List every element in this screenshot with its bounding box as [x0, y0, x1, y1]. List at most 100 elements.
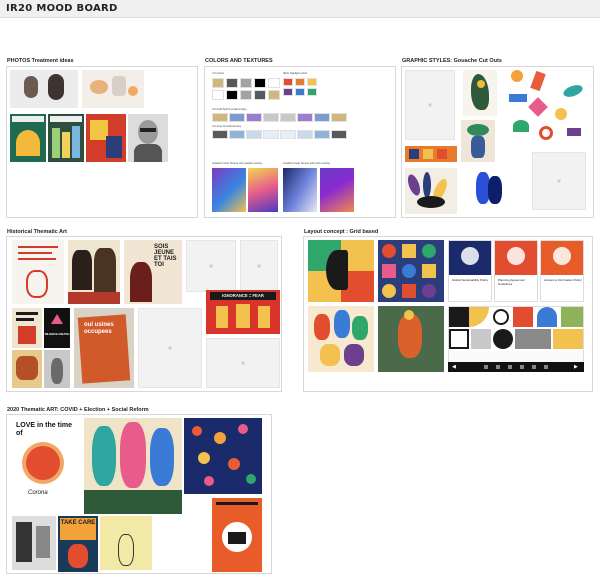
graphic-placeholder-1[interactable] — [405, 70, 455, 140]
color-swatch — [314, 113, 330, 122]
layout-toolbar[interactable]: ◀ ▶ — [448, 362, 584, 372]
policy-card-emblem — [553, 247, 571, 265]
texture-caption-1: Gradient linear Texture with graphic ove… — [212, 162, 262, 165]
color-swatch — [307, 88, 317, 96]
cutout-figure[interactable] — [463, 70, 497, 116]
layout-label: Layout concept : Grid based — [304, 229, 379, 235]
photo-magazine-1[interactable] — [10, 114, 46, 162]
cutout-shapes[interactable] — [503, 68, 589, 146]
texture-gradient-4[interactable] — [320, 168, 354, 212]
color-swatch — [240, 78, 252, 88]
poster-fight-aids[interactable] — [12, 308, 42, 348]
color-swatch — [283, 88, 293, 96]
policy-card-title: Global Sustainability Policy — [452, 278, 489, 282]
color-swatch — [229, 130, 245, 139]
prev-arrow-icon[interactable]: ◀ — [452, 364, 456, 370]
policy-card-art — [495, 241, 537, 275]
poster-orange-typewriter[interactable] — [212, 498, 262, 572]
historical-label: Historical Thematic Art — [7, 229, 68, 235]
toolbar-icon-2[interactable] — [496, 365, 500, 369]
poster-illustrated-crowd[interactable] — [12, 350, 42, 388]
poster-love-corona[interactable]: LOVE in the time of Corona — [12, 418, 80, 510]
photo-magazine-3[interactable] — [86, 114, 126, 162]
policy-card[interactable]: Planning Agreement Guidelines — [494, 240, 538, 302]
color-swatch — [212, 113, 228, 122]
cutout-banner[interactable] — [405, 146, 457, 162]
color-swatch — [314, 130, 330, 139]
gray-comp-label: CU Gray Complementary — [212, 125, 242, 128]
thematic2020-label: 2020 Thematic ART: COVID + Election + So… — [7, 407, 149, 413]
cutout-vase[interactable] — [461, 120, 495, 162]
color-swatch — [254, 90, 266, 100]
policy-card[interactable]: Access to Information Policy — [540, 240, 584, 302]
poster-revolution[interactable] — [68, 240, 120, 304]
poster-take-care[interactable]: TAKE CARE — [58, 516, 98, 572]
color-swatch — [331, 130, 347, 139]
color-swatch — [297, 113, 313, 122]
layout-tile-hiker[interactable] — [378, 306, 444, 372]
policy-card-emblem — [461, 247, 479, 265]
toolbar-icon-4[interactable] — [520, 365, 524, 369]
policy-card-art — [541, 241, 583, 275]
board-title: IR20 MOOD BOARD — [6, 3, 118, 14]
color-swatch — [283, 78, 293, 86]
color-swatch — [263, 130, 279, 139]
policy-card-title: Planning Agreement Guidelines — [498, 278, 526, 286]
historical-placeholder-1[interactable] — [186, 240, 236, 292]
layout-tile-figures[interactable] — [308, 306, 374, 372]
corona-text: Corona — [28, 490, 48, 496]
color-swatch — [280, 130, 296, 139]
color-swatch — [297, 130, 313, 139]
color-swatch — [246, 113, 262, 122]
color-swatch — [226, 90, 238, 100]
photo-magazine-2[interactable] — [48, 114, 84, 162]
photos-label: PHOTOS Treatment ideas — [7, 58, 74, 64]
historical-placeholder-4[interactable] — [138, 308, 202, 388]
photo-bald-man-glasses[interactable] — [128, 114, 168, 162]
color-swatch — [307, 78, 317, 86]
graphic-placeholder-2[interactable] — [532, 152, 586, 210]
policy-card[interactable]: Global Sustainability Policy — [448, 240, 492, 302]
toolbar-icon-5[interactable] — [532, 365, 536, 369]
texture-gradient-1[interactable] — [212, 168, 246, 212]
take-care-text: TAKE CARE — [60, 518, 96, 540]
color-swatch — [226, 78, 238, 88]
cutout-leaves[interactable] — [405, 168, 457, 214]
photo-portrait-sketch[interactable] — [10, 70, 78, 108]
texture-gradient-2[interactable] — [248, 168, 278, 212]
next-arrow-icon[interactable]: ▶ — [574, 364, 578, 370]
poster-masked-figures[interactable] — [84, 418, 182, 514]
historical-placeholder-2[interactable] — [240, 240, 278, 292]
poster-bw-stripes[interactable] — [12, 516, 56, 570]
toolbar-icon-6[interactable] — [544, 365, 548, 369]
poster-silence-death[interactable]: SILENCE=DEATH — [44, 308, 70, 348]
layout-tile-geometric[interactable] — [448, 306, 584, 366]
texture-gradient-3[interactable] — [283, 168, 317, 212]
poster-yellow-figure[interactable] — [100, 516, 152, 570]
cutout-blue-figures[interactable] — [472, 168, 506, 208]
color-swatch — [331, 113, 347, 122]
poster-blue-floral[interactable] — [184, 418, 262, 494]
color-swatch — [280, 113, 296, 122]
silence-death-text: SILENCE=DEATH — [44, 332, 70, 336]
poster-ignorance-fear[interactable]: IGNORANCE = FEAR — [206, 290, 280, 334]
layout-tile-pattern[interactable] — [378, 240, 444, 302]
poster-oui-usines[interactable]: oui usines occupees — [74, 308, 134, 388]
color-swatch — [263, 113, 279, 122]
highlight-colors-label: IECU highlight colors — [283, 72, 308, 75]
poster-red-script[interactable] — [12, 240, 64, 304]
color-swatch — [212, 90, 224, 100]
policy-card-emblem — [507, 247, 525, 265]
color-swatch — [229, 113, 245, 122]
layout-tile-face[interactable] — [308, 240, 374, 302]
love-text: LOVE in the time of — [16, 422, 73, 437]
poster-gray-figure[interactable] — [44, 350, 70, 388]
toolbar-icon-1[interactable] — [484, 365, 488, 369]
historical-placeholder-3[interactable] — [206, 338, 280, 388]
poster-sois-jeune[interactable]: SOIS JEUNE ET TAIS TOI — [124, 240, 182, 304]
color-swatch — [268, 78, 280, 88]
photo-hands-illustration[interactable] — [82, 70, 144, 108]
texture-caption-2: Gradient linear Texture with color overl… — [283, 162, 330, 165]
board-header: IR20 MOOD BOARD — [0, 0, 600, 18]
toolbar-icon-3[interactable] — [508, 365, 512, 369]
